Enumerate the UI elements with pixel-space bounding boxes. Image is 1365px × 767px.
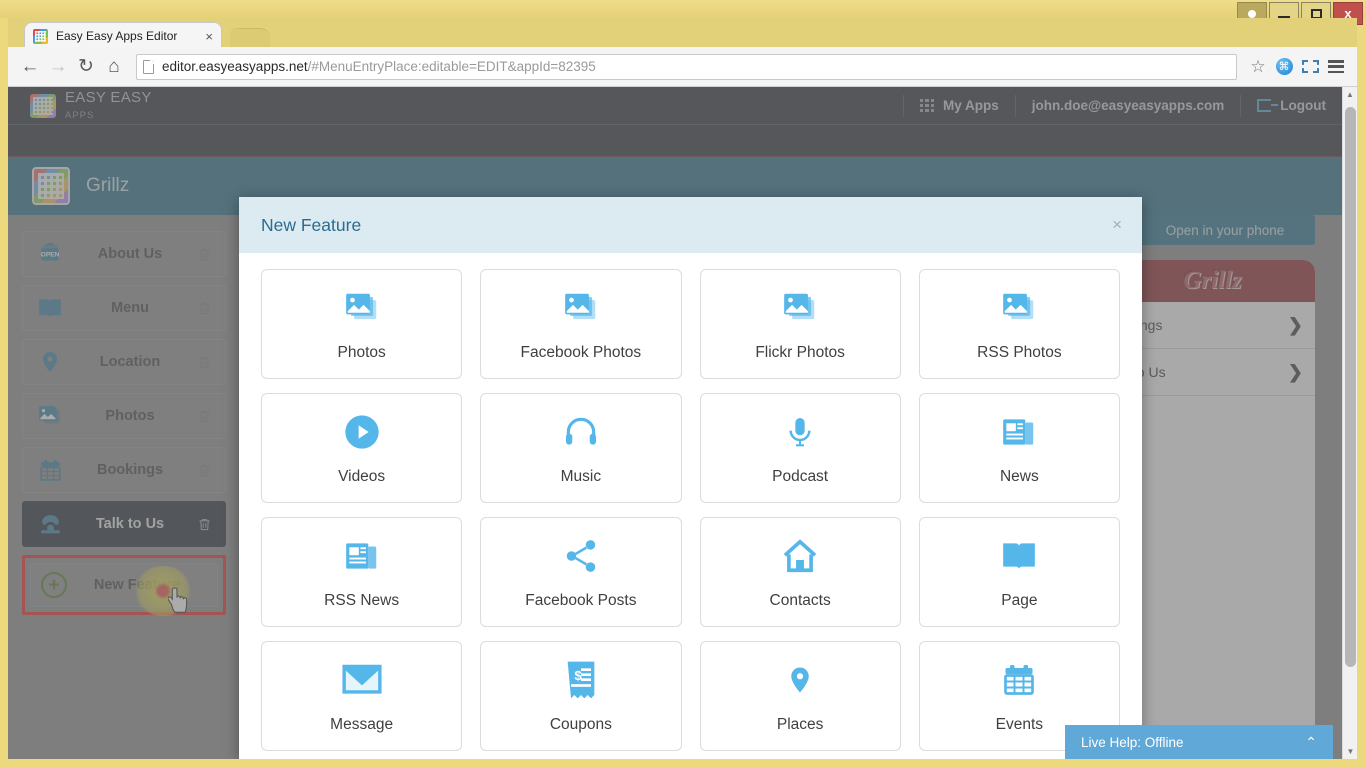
feature-tile-label: Contacts	[769, 592, 831, 609]
chevron-up-icon: ⌃	[1305, 733, 1317, 750]
scrollbar-thumb[interactable]	[1345, 107, 1356, 667]
maximize-icon	[1310, 8, 1322, 19]
home-icon	[780, 534, 820, 578]
headphones-icon	[562, 410, 600, 454]
photos-icon	[341, 286, 383, 330]
cast-button[interactable]	[1297, 54, 1323, 80]
url-host: editor.easyeasyapps.net	[162, 59, 308, 74]
feature-tile-news[interactable]: News	[918, 393, 1120, 503]
tab-close-icon[interactable]: ×	[199, 29, 213, 44]
photos-icon	[779, 286, 821, 330]
newspaper-icon	[343, 534, 381, 578]
feature-tile-facebook-photos[interactable]: Facebook Photos	[480, 269, 682, 379]
browser-tab[interactable]: Easy Easy Apps Editor ×	[24, 22, 222, 49]
feature-tile-label: News	[999, 468, 1039, 485]
feature-tile-label: Videos	[338, 468, 386, 485]
newspaper-icon	[1000, 410, 1038, 454]
home-button[interactable]: ⌂	[100, 53, 128, 81]
feature-tile-label: Music	[560, 468, 602, 485]
extension-icon: ⌘	[1275, 58, 1293, 75]
browser-toolbar: ← → ↻ ⌂ editor.easyeasyapps.net/#MenuEnt…	[8, 47, 1357, 87]
os-window: x Easy Easy Apps Editor × ← → ↻ ⌂ editor…	[0, 0, 1365, 767]
map-pin-icon	[785, 658, 815, 702]
live-help-label: Live Help: Offline	[1081, 734, 1184, 750]
url-path: /#MenuEntryPlace:editable=EDIT&appId=823…	[307, 59, 596, 74]
web-page: EASY EASY APPS My Apps john.doe@easyeasy…	[8, 87, 1357, 759]
modal-header: New Feature ×	[239, 197, 1142, 253]
feature-tile-message[interactable]: Message	[261, 641, 463, 751]
scroll-up-arrow[interactable]: ▲	[1343, 87, 1357, 102]
new-feature-modal: New Feature × Photos Facebook Photos Fli…	[239, 197, 1142, 759]
page-document-icon	[143, 59, 154, 74]
forward-button[interactable]: →	[44, 53, 72, 81]
feature-tile-label: Events	[995, 716, 1044, 733]
feature-tile-rss-news[interactable]: RSS News	[261, 517, 463, 627]
feature-tile-coupons[interactable]: $ Coupons	[480, 641, 682, 751]
feature-tile-label: Podcast	[772, 468, 829, 485]
user-icon	[1245, 9, 1259, 25]
modal-body: Photos Facebook Photos Flickr Photos RSS…	[239, 253, 1142, 759]
back-button[interactable]: ←	[16, 53, 44, 81]
feature-tile-page[interactable]: Page	[918, 517, 1120, 627]
feature-tile-label: RSS News	[324, 592, 400, 609]
feature-tile-label: Flickr Photos	[755, 344, 845, 361]
feature-tile-rss-photos[interactable]: RSS Photos	[918, 269, 1120, 379]
share-icon	[562, 534, 600, 578]
bookmark-star-icon[interactable]: ☆	[1245, 54, 1271, 80]
cast-icon	[1301, 60, 1319, 73]
feature-tile-grid: Photos Facebook Photos Flickr Photos RSS…	[261, 269, 1120, 759]
feature-tile-label: Places	[776, 716, 824, 733]
extension-button[interactable]: ⌘	[1271, 54, 1297, 80]
os-titlebar: x	[0, 0, 1365, 25]
coupon-icon: $	[564, 658, 598, 702]
feature-tile-label: Facebook Photos	[520, 344, 642, 361]
feature-tile-videos[interactable]: Videos	[261, 393, 463, 503]
feature-tile-label: Page	[1001, 592, 1038, 609]
feature-tile-music[interactable]: Music	[480, 393, 682, 503]
feature-tile-label: Coupons	[549, 716, 612, 733]
feature-tile-label: RSS Photos	[977, 344, 1062, 361]
modal-title: New Feature	[261, 214, 362, 235]
browser-window: Easy Easy Apps Editor × ← → ↻ ⌂ editor.e…	[8, 18, 1357, 759]
reload-button[interactable]: ↻	[72, 53, 100, 81]
favicon-icon	[33, 28, 48, 44]
page-scrollbar[interactable]: ▲ ▼	[1342, 87, 1357, 759]
new-tab-button[interactable]	[230, 28, 270, 49]
feature-tile-photos[interactable]: Photos	[261, 269, 463, 379]
feature-tile-facebook-posts[interactable]: Facebook Posts	[480, 517, 682, 627]
feature-tile-label: Photos	[337, 344, 386, 361]
feature-tile-places[interactable]: Places	[699, 641, 901, 751]
address-bar[interactable]: editor.easyeasyapps.net/#MenuEntryPlace:…	[136, 53, 1237, 80]
play-circle-icon	[342, 410, 382, 454]
feature-tile-label: Message	[330, 716, 394, 733]
microphone-icon	[784, 410, 816, 454]
photos-icon	[998, 286, 1040, 330]
hamburger-menu-icon	[1328, 60, 1344, 73]
book-icon	[1000, 534, 1038, 578]
close-icon[interactable]: ×	[1112, 215, 1122, 235]
feature-tile-label: Facebook Posts	[525, 592, 637, 609]
feature-tile-flickr-photos[interactable]: Flickr Photos	[699, 269, 901, 379]
browser-tabstrip: Easy Easy Apps Editor ×	[8, 18, 1357, 49]
tab-title: Easy Easy Apps Editor	[56, 29, 178, 43]
scroll-down-arrow[interactable]: ▼	[1343, 744, 1357, 759]
calendar-icon	[1001, 658, 1037, 702]
live-help-bar[interactable]: Live Help: Offline ⌃	[1065, 725, 1333, 759]
envelope-icon	[341, 658, 383, 702]
feature-tile-contacts[interactable]: Contacts	[699, 517, 901, 627]
browser-menu-button[interactable]	[1323, 54, 1349, 80]
photos-icon	[560, 286, 602, 330]
feature-tile-podcast[interactable]: Podcast	[699, 393, 901, 503]
